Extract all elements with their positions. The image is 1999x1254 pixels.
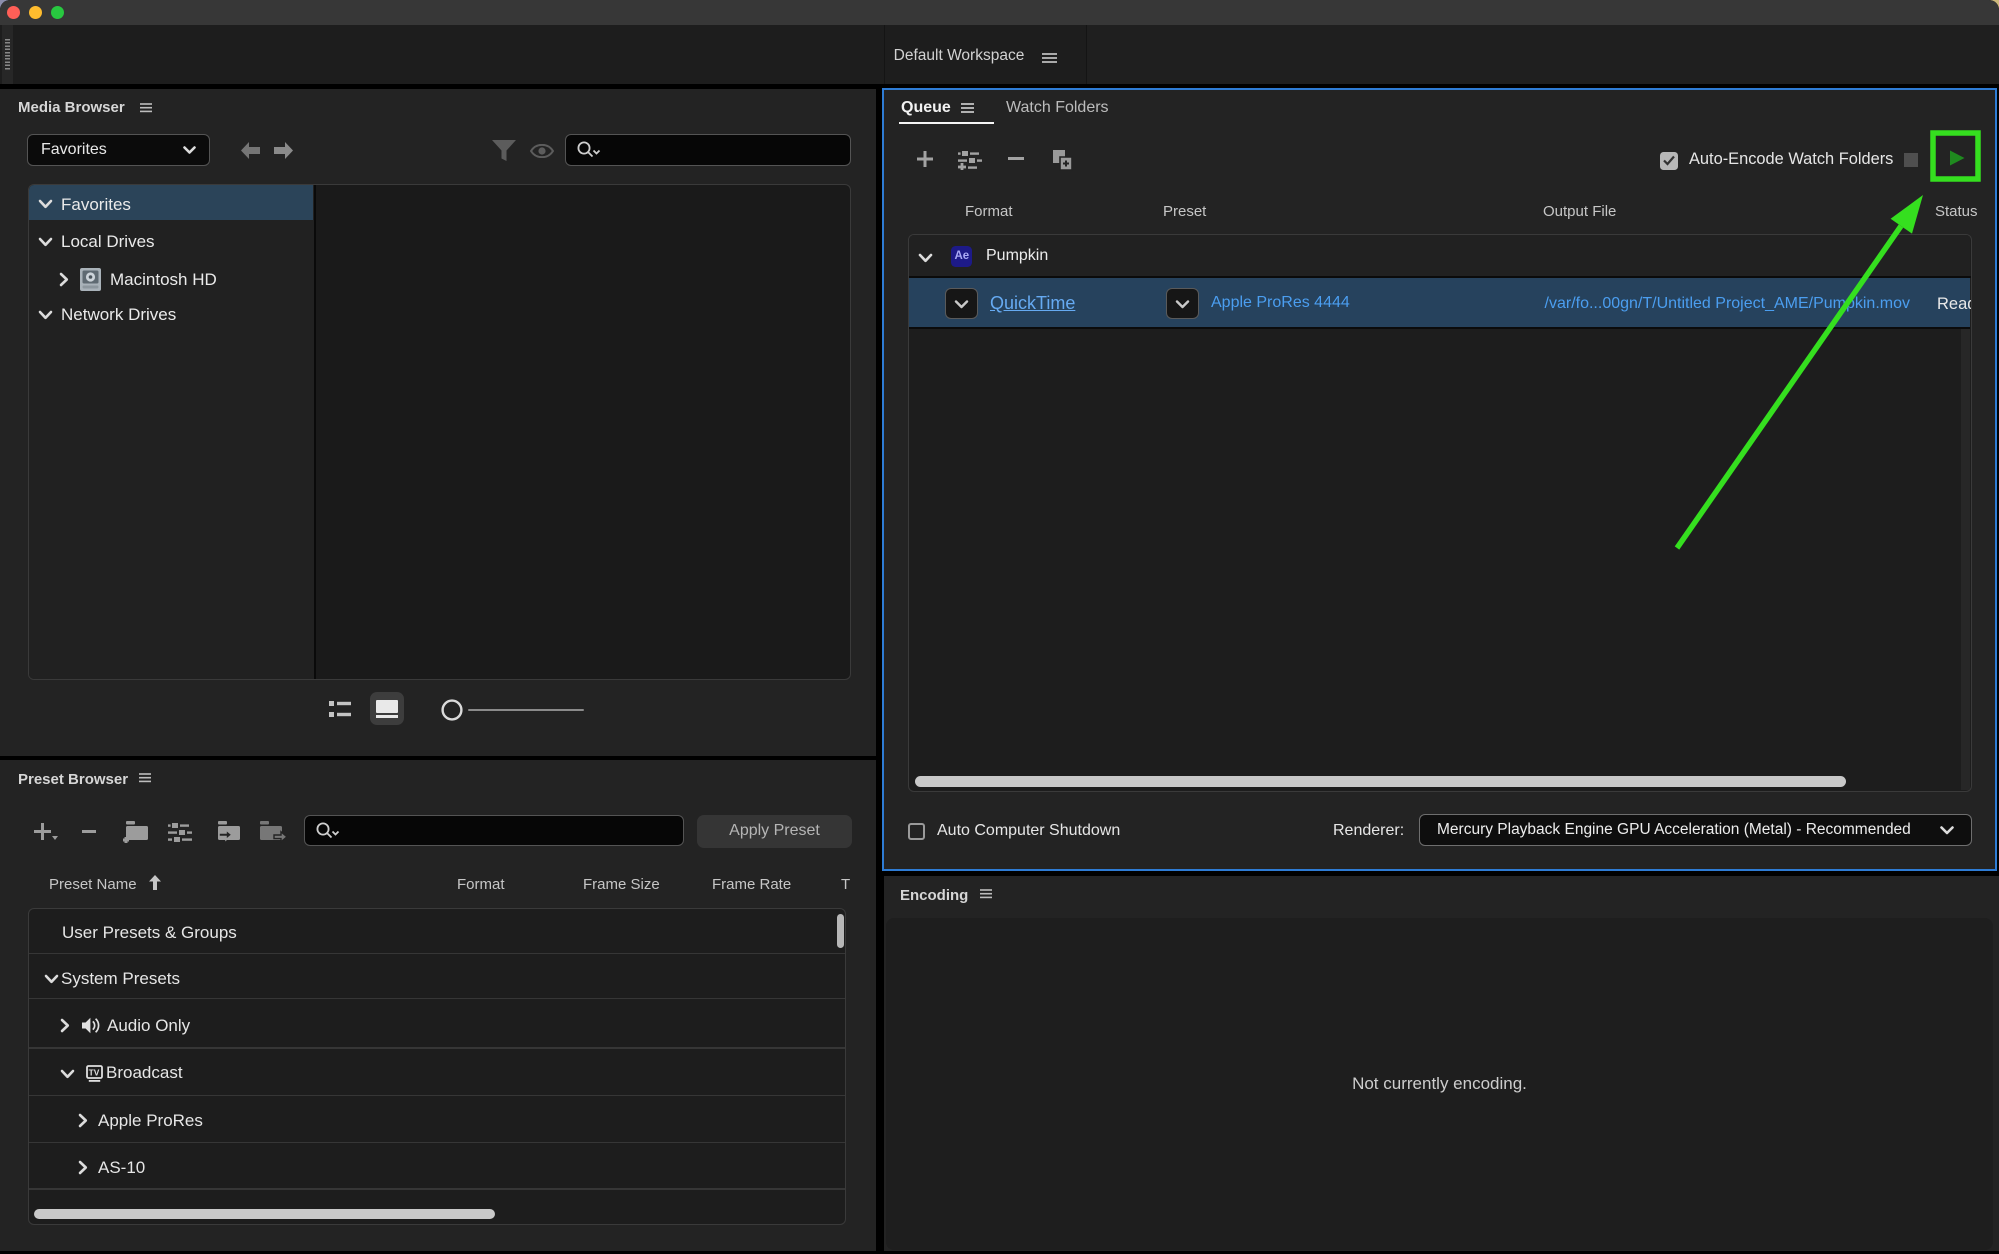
svg-text:TV: TV bbox=[89, 1068, 100, 1078]
